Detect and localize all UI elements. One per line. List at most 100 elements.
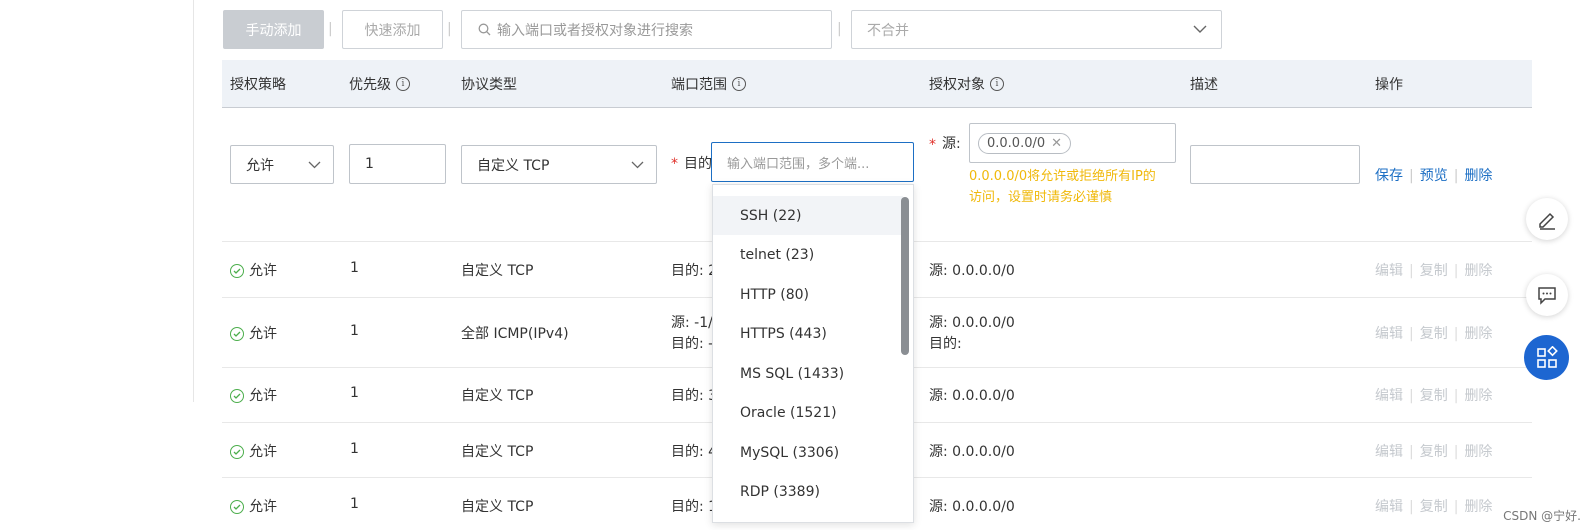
priority-cell: 1 bbox=[350, 323, 359, 339]
chevron-down-icon bbox=[308, 161, 321, 168]
policy-cell: 允许 bbox=[230, 385, 277, 405]
check-circle-icon bbox=[230, 500, 244, 514]
priority-input[interactable]: 1 bbox=[349, 144, 446, 184]
info-icon[interactable]: i bbox=[732, 77, 746, 91]
port-cell: 目的: 4 bbox=[671, 444, 718, 460]
source-tag-label: 0.0.0.0/0 bbox=[987, 135, 1046, 151]
delete-link[interactable]: 删除 bbox=[1464, 263, 1492, 279]
quick-add-button[interactable]: 快速添加 bbox=[342, 10, 443, 49]
delete-link[interactable]: 删除 bbox=[1464, 388, 1492, 404]
delete-link[interactable]: 删除 bbox=[1464, 326, 1492, 342]
source-cell: 源: 0.0.0.0/0 bbox=[929, 388, 1015, 404]
copy-link[interactable]: 复制 bbox=[1420, 444, 1448, 460]
search-placeholder: 输入端口或者授权对象进行搜索 bbox=[497, 22, 693, 39]
save-link[interactable]: 保存 bbox=[1375, 168, 1403, 184]
port-cell: 源: -1/ bbox=[671, 315, 713, 331]
search-input[interactable]: 输入端口或者授权对象进行搜索 bbox=[461, 10, 832, 49]
merge-select-value: 不合并 bbox=[867, 22, 909, 39]
table-header bbox=[222, 60, 1532, 108]
policy-select-value: 允许 bbox=[246, 157, 274, 174]
protocol-cell: 自定义 TCP bbox=[461, 499, 534, 515]
dropdown-scrollbar[interactable] bbox=[901, 197, 909, 355]
port-range-input[interactable]: 输入端口范围，多个端... bbox=[711, 142, 914, 182]
protocol-select-value: 自定义 TCP bbox=[477, 157, 550, 174]
edit-float-button[interactable] bbox=[1526, 198, 1568, 240]
edit-link[interactable]: 编辑 bbox=[1375, 263, 1403, 279]
close-icon[interactable]: ✕ bbox=[1051, 136, 1062, 151]
edit-link[interactable]: 编辑 bbox=[1375, 388, 1403, 404]
check-circle-icon bbox=[230, 389, 244, 403]
merge-select[interactable]: 不合并 bbox=[851, 10, 1222, 49]
required-mark: * bbox=[671, 156, 678, 172]
column-header-auth-object: 授权对象 i bbox=[929, 74, 1004, 94]
port-option[interactable]: HTTPS (443) bbox=[713, 314, 903, 353]
port-cell-line2: 目的: - bbox=[671, 336, 714, 352]
port-option[interactable]: SSH (22) bbox=[713, 196, 903, 235]
column-header-description: 描述 bbox=[1190, 77, 1218, 93]
column-header-policy: 授权策略 bbox=[230, 77, 286, 93]
protocol-cell: 全部 ICMP(IPv4) bbox=[461, 326, 569, 342]
toolbar-separator: | bbox=[837, 21, 842, 37]
required-mark: * bbox=[929, 137, 936, 153]
source-tag-input[interactable]: 0.0.0.0/0 ✕ bbox=[969, 123, 1176, 163]
priority-value: 1 bbox=[365, 156, 374, 172]
manual-add-button[interactable]: 手动添加 bbox=[223, 10, 324, 49]
protocol-cell: 自定义 TCP bbox=[461, 444, 534, 460]
port-options-dropdown: SSH (22) telnet (23) HTTP (80) HTTPS (44… bbox=[712, 184, 914, 523]
port-option[interactable]: RDP (3389) bbox=[713, 472, 903, 511]
edit-link[interactable]: 编辑 bbox=[1375, 444, 1403, 460]
port-option[interactable]: HTTP (80) bbox=[713, 275, 903, 314]
copy-link[interactable]: 复制 bbox=[1420, 326, 1448, 342]
port-cell: 目的: 3 bbox=[671, 388, 718, 404]
priority-cell: 1 bbox=[350, 260, 359, 276]
chat-icon bbox=[1538, 287, 1556, 305]
chevron-down-icon bbox=[1193, 25, 1207, 33]
row-actions: 编辑 | 复制 | 删除 bbox=[1375, 444, 1493, 460]
toolbar-separator: | bbox=[447, 21, 452, 37]
delete-link[interactable]: 删除 bbox=[1464, 444, 1492, 460]
source-cell: 源: 0.0.0.0/0 bbox=[929, 444, 1015, 460]
edit-link[interactable]: 编辑 bbox=[1375, 326, 1403, 342]
content-left-border bbox=[193, 0, 194, 402]
policy-select[interactable]: 允许 bbox=[230, 145, 334, 184]
policy-cell: 允许 bbox=[230, 323, 277, 343]
column-header-actions: 操作 bbox=[1375, 77, 1403, 93]
port-option[interactable]: MS SQL (1433) bbox=[713, 354, 903, 393]
warning-line: 访问，设置时请务必谨慎 bbox=[969, 190, 1113, 205]
column-header-priority: 优先级 i bbox=[349, 74, 410, 94]
priority-cell: 1 bbox=[350, 441, 359, 457]
port-cell: 目的: 1 bbox=[671, 499, 718, 515]
protocol-cell: 自定义 TCP bbox=[461, 263, 534, 279]
preview-link[interactable]: 预览 bbox=[1420, 168, 1448, 184]
delete-link[interactable]: 删除 bbox=[1464, 168, 1492, 184]
source-cell: 源: 0.0.0.0/0 bbox=[929, 315, 1015, 331]
copy-link[interactable]: 复制 bbox=[1420, 263, 1448, 279]
policy-cell: 允许 bbox=[230, 441, 277, 461]
copy-link[interactable]: 复制 bbox=[1420, 499, 1448, 515]
info-icon[interactable]: i bbox=[396, 77, 410, 91]
description-input[interactable] bbox=[1190, 145, 1360, 184]
source-tag: 0.0.0.0/0 ✕ bbox=[978, 132, 1072, 154]
edit-row-actions: 保存 | 预览 | 删除 bbox=[1375, 168, 1493, 184]
port-option[interactable]: MySQL (3306) bbox=[713, 433, 903, 472]
port-option[interactable]: telnet (23) bbox=[713, 235, 903, 274]
edit-link[interactable]: 编辑 bbox=[1375, 499, 1403, 515]
protocol-select[interactable]: 自定义 TCP bbox=[461, 145, 657, 184]
copy-link[interactable]: 复制 bbox=[1420, 388, 1448, 404]
source-label: 源: bbox=[942, 136, 961, 152]
watermark: CSDN @宁好. bbox=[1499, 507, 1585, 524]
row-actions: 编辑 | 复制 | 删除 bbox=[1375, 263, 1493, 279]
source-warning: 0.0.0.0/0将允许或拒绝所有IP的 访问，设置时请务必谨慎 bbox=[969, 166, 1156, 208]
apps-float-button[interactable] bbox=[1524, 335, 1569, 380]
policy-cell: 允许 bbox=[230, 260, 277, 280]
delete-link[interactable]: 删除 bbox=[1464, 499, 1492, 515]
feedback-float-button[interactable] bbox=[1526, 274, 1568, 316]
priority-cell: 1 bbox=[350, 385, 359, 401]
pencil-icon bbox=[1539, 212, 1555, 230]
info-icon[interactable]: i bbox=[990, 77, 1004, 91]
source-cell-line2: 目的: bbox=[929, 336, 962, 352]
check-circle-icon bbox=[230, 264, 244, 278]
column-header-protocol: 协议类型 bbox=[461, 77, 517, 93]
toolbar-separator: | bbox=[328, 21, 333, 37]
port-option[interactable]: Oracle (1521) bbox=[713, 393, 903, 432]
